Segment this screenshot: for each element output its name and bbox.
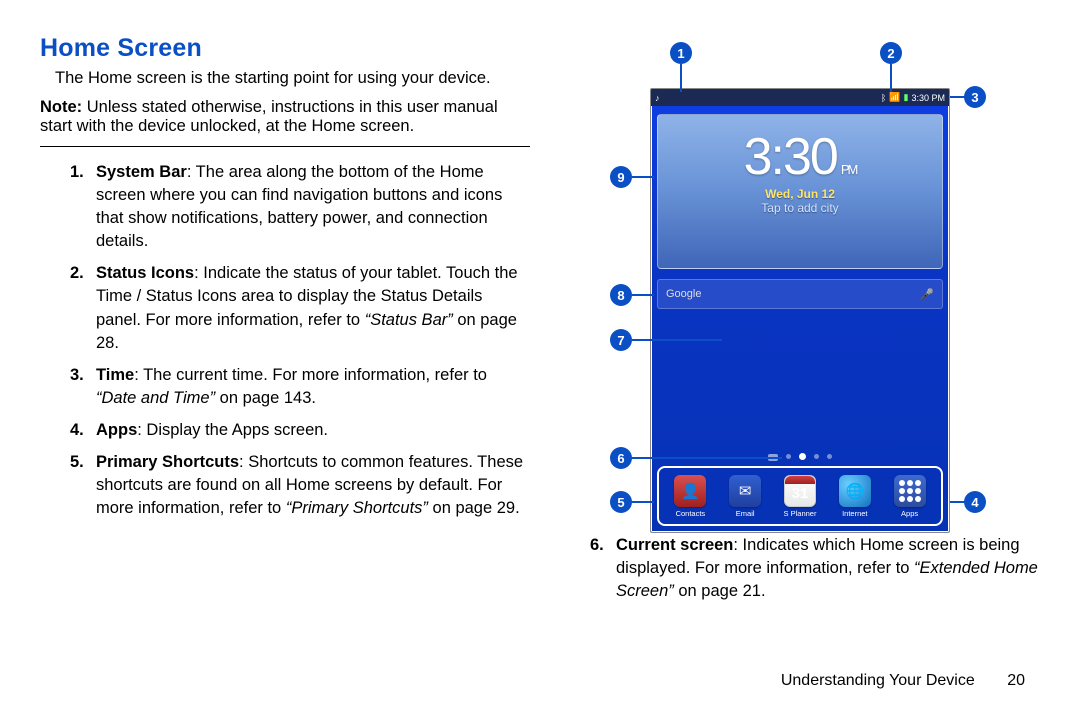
item-number: 1.	[70, 161, 96, 253]
callout-line	[632, 501, 654, 503]
globe-icon: 🌐	[839, 475, 871, 507]
item-text: : Display the Apps screen.	[137, 421, 328, 439]
item-lead: Time	[96, 366, 134, 384]
page-dot	[786, 454, 791, 459]
clock-date: Wed, Jun 12	[658, 187, 942, 201]
page-dot-active	[799, 453, 806, 460]
definition-list-right: 6. Current screen: Indicates which Home …	[590, 534, 1040, 603]
callout-1: 1	[670, 42, 692, 64]
callout-9: 9	[610, 166, 632, 188]
battery-icon: ▮	[904, 92, 909, 103]
wifi-icon: 📶	[889, 92, 900, 103]
status-bar: ♪ ᛒ 📶 ▮ 3:30 PM	[651, 89, 949, 106]
clock-tap-hint: Tap to add city	[658, 201, 942, 215]
app-label: Email	[725, 509, 765, 518]
callout-2: 2	[880, 42, 902, 64]
list-item: 2. Status Icons: Indicate the status of …	[70, 262, 530, 354]
note-body: Unless stated otherwise, instructions in…	[40, 98, 498, 135]
item-lead: Apps	[96, 421, 137, 439]
email-icon: ✉	[729, 475, 761, 507]
list-item: 4. Apps: Display the Apps screen.	[70, 419, 530, 442]
callout-line	[680, 64, 682, 92]
callout-line	[890, 64, 892, 92]
callout-line	[632, 339, 722, 341]
item-lead: System Bar	[96, 163, 187, 181]
app-label: S Planner	[780, 509, 820, 518]
clock-ampm: PM	[841, 162, 857, 177]
item-after: on page 21.	[674, 582, 766, 600]
divider	[40, 146, 530, 147]
status-time: 3:30 PM	[911, 93, 945, 103]
device-screenshot: ♪ ᛒ 📶 ▮ 3:30 PM 3:30 PM Wed, Jun 12 Tap …	[650, 88, 950, 533]
callout-7: 7	[610, 329, 632, 351]
list-item: 1. System Bar: The area along the bottom…	[70, 161, 530, 253]
callout-line	[632, 176, 654, 178]
item-ref: “Status Bar”	[365, 311, 453, 329]
app-splanner[interactable]: 31 S Planner	[780, 475, 820, 518]
item-ref: “Date and Time”	[96, 389, 215, 407]
notification-icon: ♪	[655, 93, 660, 103]
page-footer: Understanding Your Device 20	[781, 672, 1025, 690]
item-lead: Primary Shortcuts	[96, 453, 239, 471]
callout-line	[632, 457, 782, 459]
page-dot	[814, 454, 819, 459]
google-search-widget[interactable]: Google 🎤	[657, 279, 943, 309]
item-after: on page 143.	[215, 389, 316, 407]
app-internet[interactable]: 🌐 Internet	[835, 475, 875, 518]
app-label: Contacts	[670, 509, 710, 518]
list-item: 6. Current screen: Indicates which Home …	[590, 534, 1040, 603]
callout-6: 6	[610, 447, 632, 469]
app-apps[interactable]: Apps	[890, 475, 930, 518]
page-number: 20	[1007, 672, 1025, 689]
section-heading: Home Screen	[40, 34, 530, 63]
mic-icon[interactable]: 🎤	[920, 288, 934, 301]
item-number: 5.	[70, 451, 96, 520]
note-paragraph: Note: Unless stated otherwise, instructi…	[40, 98, 530, 136]
search-placeholder: Google	[666, 288, 701, 300]
item-text: : The current time. For more information…	[134, 366, 487, 384]
item-after: on page 29.	[428, 499, 520, 517]
apps-grid-icon	[894, 475, 926, 507]
clock-widget: 3:30 PM Wed, Jun 12 Tap to add city	[657, 114, 943, 269]
callout-8: 8	[610, 284, 632, 306]
callout-3: 3	[964, 86, 986, 108]
primary-shortcuts-dock: 👤 Contacts ✉ Email 31 S Planner 🌐 Intern…	[657, 466, 943, 526]
app-label: Internet	[835, 509, 875, 518]
app-email[interactable]: ✉ Email	[725, 475, 765, 518]
device-figure: 1 2 3 4 9 8 7 6 5 ♪ ᛒ	[560, 34, 1040, 534]
item-number: 6.	[590, 534, 616, 603]
callout-4: 4	[964, 491, 986, 513]
page-dot	[827, 454, 832, 459]
intro-paragraph: The Home screen is the starting point fo…	[55, 69, 530, 88]
list-item: 5. Primary Shortcuts: Shortcuts to commo…	[70, 451, 530, 520]
chapter-title: Understanding Your Device	[781, 672, 975, 689]
app-contacts[interactable]: 👤 Contacts	[670, 475, 710, 518]
contacts-icon: 👤	[674, 475, 706, 507]
item-number: 4.	[70, 419, 96, 442]
calendar-icon: 31	[784, 475, 816, 507]
callout-line	[632, 294, 654, 296]
clock-time: 3:30	[744, 127, 837, 187]
item-number: 2.	[70, 262, 96, 354]
bluetooth-icon: ᛒ	[881, 93, 886, 103]
list-item: 3. Time: The current time. For more info…	[70, 364, 530, 410]
item-lead: Status Icons	[96, 264, 194, 282]
item-ref: “Primary Shortcuts”	[286, 499, 428, 517]
item-number: 3.	[70, 364, 96, 410]
app-label: Apps	[890, 509, 930, 518]
item-lead: Current screen	[616, 536, 733, 554]
definition-list: 1. System Bar: The area along the bottom…	[70, 161, 530, 520]
callout-5: 5	[610, 491, 632, 513]
note-label: Note:	[40, 98, 82, 116]
